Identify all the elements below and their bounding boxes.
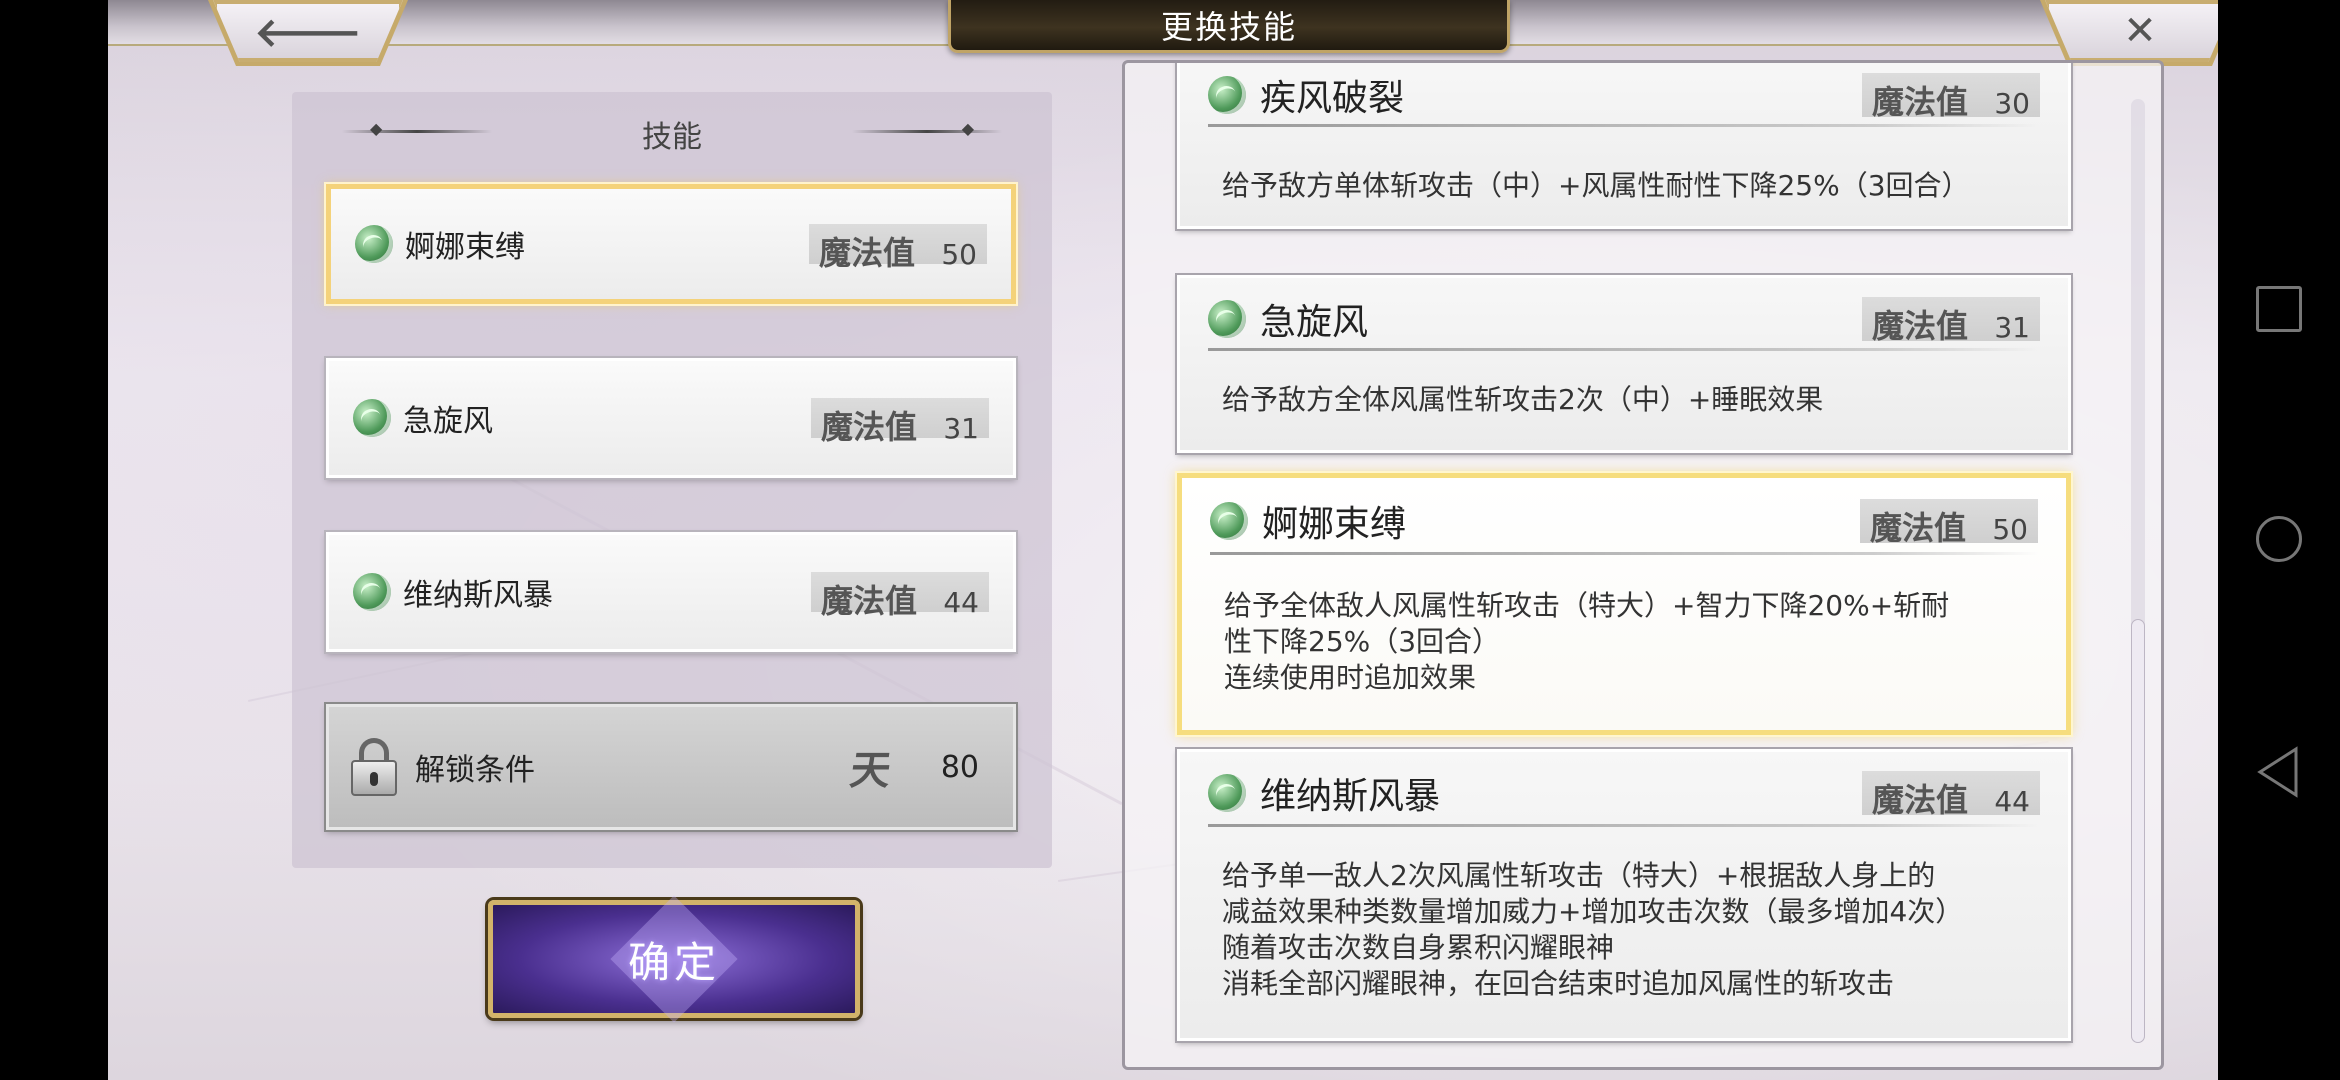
mp-value: 44 xyxy=(1994,785,2030,818)
panel-header: 技能 xyxy=(292,112,1052,155)
mp-label: 魔法值 xyxy=(1871,307,1968,345)
mp-label: 魔法值 xyxy=(818,234,915,272)
description-line: 性下降25%（3回合） xyxy=(1224,625,1501,658)
description-line: 连续使用时追加效果 xyxy=(1224,661,1477,694)
divider xyxy=(1208,348,2040,351)
skill-card-header: 疾风破裂 魔法值 30 xyxy=(1208,70,2040,121)
wind-element-icon xyxy=(355,225,393,263)
skill-name: 疾风破裂 xyxy=(1260,78,1405,119)
divider xyxy=(1208,124,2040,127)
wind-element-icon xyxy=(353,399,391,437)
mp-value: 50 xyxy=(1992,513,2028,546)
arrow-left-icon: 🡐 xyxy=(254,9,362,56)
description-line: 给予敌方单体斩攻击（中）+风属性耐性下降25%（3回合） xyxy=(1222,169,1970,202)
heaven-rank-icon: 天 xyxy=(847,747,894,794)
mp-cost: 魔法值 31 xyxy=(810,398,989,446)
skill-card-header: 维纳斯风暴 魔法值 44 xyxy=(1208,768,2040,819)
skill-card[interactable]: 维纳斯风暴 魔法值 44 给予单一敌人2次风属性斩攻击（特大）+根据敌人身上的 … xyxy=(1175,747,2073,1043)
divider xyxy=(1210,552,2038,555)
description-line: 消耗全部闪耀眼神，在回合结束时追加风属性的斩攻击 xyxy=(1222,967,1895,1000)
equipped-skills-panel: 技能 婀娜束缚 魔法值 50 急旋风 魔法值 31 维纳斯风暴 魔法值 44 xyxy=(292,92,1052,868)
description-line: 减益效果种类数量增加威力+增加攻击次数（最多增加4次） xyxy=(1222,895,1964,928)
mp-value: 31 xyxy=(943,412,979,445)
skill-slot-name: 急旋风 xyxy=(403,404,493,439)
skill-description: 给予单一敌人2次风属性斩攻击（特大）+根据敌人身上的 减益效果种类数量增加威力+… xyxy=(1222,858,2038,1002)
confirm-button[interactable]: 确定 xyxy=(488,895,860,1023)
description-line: 给予单一敌人2次风属性斩攻击（特大）+根据敌人身上的 xyxy=(1222,859,1936,892)
back-triangle-icon[interactable] xyxy=(2256,746,2302,798)
mp-cost: 魔法值 50 xyxy=(808,224,987,272)
skill-slot-name: 维纳斯风暴 xyxy=(403,578,553,613)
description-line: 给予敌方全体风属性斩攻击2次（中）+睡眠效果 xyxy=(1222,383,1824,416)
skill-list-panel: 疾风破裂 魔法值 30 给予敌方单体斩攻击（中）+风属性耐性下降25%（3回合）… xyxy=(1122,60,2164,1070)
description-line: 随着攻击次数自身累积闪耀眼神 xyxy=(1222,931,1615,964)
page-title: 更换技能 xyxy=(1160,8,1297,46)
mp-value: 44 xyxy=(943,586,979,619)
mp-cost: 魔法值 30 xyxy=(1861,73,2040,121)
divider xyxy=(1208,824,2040,827)
mp-label: 魔法值 xyxy=(820,408,917,446)
skill-name: 婀娜束缚 xyxy=(1262,504,1407,545)
skill-slot-2[interactable]: 急旋风 魔法值 31 xyxy=(324,356,1018,480)
unlock-condition-value: 80 xyxy=(940,749,979,785)
close-icon: ✕ xyxy=(2123,8,2157,54)
mp-label: 魔法值 xyxy=(1869,509,1966,547)
close-button[interactable]: ✕ xyxy=(2045,0,2218,62)
mp-value: 31 xyxy=(1994,311,2030,344)
skill-description: 给予敌方全体风属性斩攻击2次（中）+睡眠效果 xyxy=(1222,382,2038,418)
title-plate: 更换技能 xyxy=(948,0,1510,53)
mp-cost: 魔法值 31 xyxy=(1861,297,2040,345)
home-icon[interactable] xyxy=(2256,516,2302,562)
mp-value: 50 xyxy=(941,238,977,271)
skill-slot-1[interactable]: 婀娜束缚 魔法值 50 xyxy=(324,182,1018,306)
lock-icon xyxy=(351,738,397,796)
recent-apps-icon[interactable] xyxy=(2256,286,2302,332)
skill-description: 给予敌方单体斩攻击（中）+风属性耐性下降25%（3回合） xyxy=(1222,168,2038,204)
skill-card[interactable]: 急旋风 魔法值 31 给予敌方全体风属性斩攻击2次（中）+睡眠效果 xyxy=(1175,273,2073,455)
skill-name: 维纳斯风暴 xyxy=(1260,776,1441,817)
skill-description: 给予全体敌人风属性斩攻击（特大）+智力下降20%+斩耐 性下降25%（3回合） … xyxy=(1224,588,2036,696)
mp-label: 魔法值 xyxy=(820,582,917,620)
mp-cost: 魔法值 44 xyxy=(810,572,989,620)
unlock-condition-label: 解锁条件 xyxy=(415,753,535,788)
scrollbar-thumb[interactable] xyxy=(2131,619,2145,1043)
skill-card-header: 婀娜束缚 魔法值 50 xyxy=(1210,496,2038,547)
skill-card-selected[interactable]: 婀娜束缚 魔法值 50 给予全体敌人风属性斩攻击（特大）+智力下降20%+斩耐 … xyxy=(1175,471,2073,737)
description-line: 给予全体敌人风属性斩攻击（特大）+智力下降20%+斩耐 xyxy=(1224,589,1950,622)
skill-name: 急旋风 xyxy=(1260,302,1369,343)
mp-cost: 魔法值 44 xyxy=(1861,771,2040,819)
skill-card-header: 急旋风 魔法值 31 xyxy=(1208,294,2040,345)
header-ornament-right xyxy=(852,119,1002,138)
wind-element-icon xyxy=(1208,76,1246,114)
mp-cost: 魔法值 50 xyxy=(1859,499,2038,547)
mp-label: 魔法值 xyxy=(1871,83,1968,121)
wind-element-icon xyxy=(1208,300,1246,338)
locked-skill-slot[interactable]: 解锁条件 天 80 xyxy=(324,702,1018,832)
wind-element-icon xyxy=(353,573,391,611)
mp-label: 魔法值 xyxy=(1871,781,1968,819)
wind-element-icon xyxy=(1210,502,1248,540)
scrollbar[interactable] xyxy=(2131,99,2145,1043)
mp-value: 30 xyxy=(1994,87,2030,120)
skill-slot-name: 婀娜束缚 xyxy=(405,230,525,265)
skill-slot-3[interactable]: 维纳斯风暴 魔法值 44 xyxy=(324,530,1018,654)
system-navigation-bar xyxy=(2218,0,2340,1080)
panel-title: 技能 xyxy=(642,120,702,155)
game-screen: 🡐 更换技能 ✕ 技能 婀娜束缚 魔法值 50 急旋风 魔法值 31 xyxy=(108,0,2218,1080)
skill-card[interactable]: 疾风破裂 魔法值 30 给予敌方单体斩攻击（中）+风属性耐性下降25%（3回合） xyxy=(1175,63,2073,231)
back-button[interactable]: 🡐 xyxy=(213,0,403,62)
skill-list[interactable]: 疾风破裂 魔法值 30 给予敌方单体斩攻击（中）+风属性耐性下降25%（3回合）… xyxy=(1125,63,2125,1067)
wind-element-icon xyxy=(1208,774,1246,812)
confirm-button-label: 确定 xyxy=(627,937,720,987)
